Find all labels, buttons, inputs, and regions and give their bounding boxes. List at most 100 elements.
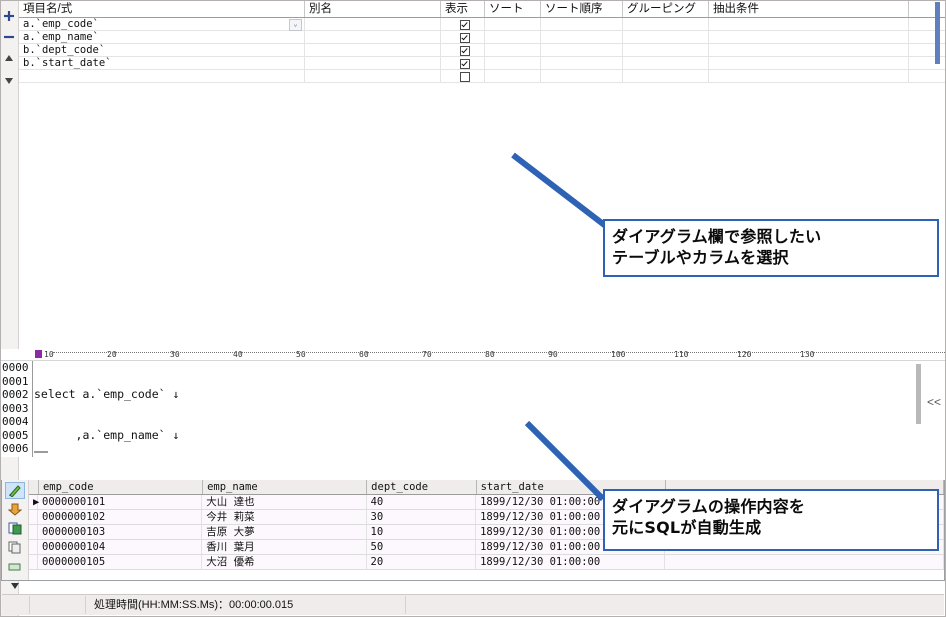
sql-line[interactable]: ,a.`emp_name` ↓ — [34, 429, 945, 443]
collapse-panel-button[interactable]: << — [927, 395, 941, 409]
show-checkbox[interactable] — [460, 20, 470, 30]
column-header-show[interactable]: 表示 — [441, 1, 485, 17]
callout-diagram: ダイアグラム欄で参照したい テーブルやカラムを選択 — [603, 219, 939, 277]
column-header-alias[interactable]: 別名 — [305, 1, 441, 17]
cell-expr[interactable]: a.`emp_name` — [19, 31, 305, 43]
cell-emp-code[interactable]: 0000000102 — [38, 510, 202, 524]
cell-sort-order[interactable] — [541, 18, 623, 30]
ruler-tick: 70 — [422, 349, 432, 360]
cell-condition[interactable] — [709, 31, 909, 43]
field-grid-scrollbar[interactable] — [935, 2, 940, 64]
ruler-caret-marker — [35, 350, 42, 358]
cell-sort[interactable] — [485, 70, 541, 82]
cell-expr[interactable] — [19, 70, 305, 82]
chevron-down-icon[interactable]: ⌄ — [289, 19, 302, 31]
cell-dept-code[interactable]: 20 — [367, 555, 477, 569]
cell-emp-code[interactable]: 0000000105 — [38, 555, 202, 569]
cell-show[interactable] — [441, 18, 485, 30]
cell-expr[interactable]: b.`dept_code` — [19, 44, 305, 56]
cell-grouping[interactable] — [623, 18, 709, 30]
column-header-expr[interactable]: 項目名/式 — [19, 1, 305, 17]
more-icon[interactable] — [5, 577, 25, 594]
cell-start-date[interactable]: 1899/12/30 01:00:00 — [476, 555, 665, 569]
row-marker — [29, 510, 38, 524]
code-fold-marker[interactable] — [34, 451, 48, 453]
show-checkbox[interactable] — [460, 33, 470, 43]
column-header-grouping[interactable]: グルーピング — [623, 1, 709, 17]
sql-editor-scrollbar[interactable] — [916, 364, 921, 424]
cell-emp-code[interactable]: 0000000103 — [38, 525, 202, 539]
edit-mode-icon[interactable] — [5, 482, 25, 499]
field-grid-row[interactable]: b.`start_date` — [19, 57, 945, 70]
cell-grouping[interactable] — [623, 57, 709, 69]
copy-rows-icon[interactable] — [5, 539, 25, 556]
cell-alias[interactable] — [305, 57, 441, 69]
show-checkbox[interactable] — [460, 46, 470, 56]
ruler-tick: 100 — [611, 349, 625, 360]
cell-emp-name[interactable]: 大山 達也 — [202, 495, 366, 509]
cell-sort-order[interactable] — [541, 70, 623, 82]
cell-condition[interactable] — [709, 44, 909, 56]
cell-sort[interactable] — [485, 57, 541, 69]
cell-emp-name[interactable]: 吉原 大夢 — [202, 525, 366, 539]
cell-sort[interactable] — [485, 18, 541, 30]
cell-condition[interactable] — [709, 70, 909, 82]
show-checkbox[interactable] — [460, 72, 470, 82]
cell-alias[interactable] — [305, 31, 441, 43]
result-column-emp-name[interactable]: emp_name — [203, 480, 367, 494]
cell-alias[interactable] — [305, 70, 441, 82]
cell-expr[interactable]: b.`start_date` — [19, 57, 305, 69]
cell-grouping[interactable] — [623, 31, 709, 43]
insert-row-icon[interactable] — [5, 558, 25, 575]
sql-line[interactable]: select a.`emp_code` ↓ — [34, 388, 945, 402]
cell-alias[interactable] — [305, 18, 441, 30]
row-marker: ▶ — [29, 495, 38, 509]
cell-sort-order[interactable] — [541, 57, 623, 69]
column-header-condition[interactable]: 抽出条件 — [709, 1, 909, 17]
cell-grouping[interactable] — [623, 70, 709, 82]
show-checkbox[interactable] — [460, 59, 470, 69]
result-column-dept-code[interactable]: dept_code — [367, 480, 476, 494]
cell-emp-name[interactable]: 今井 莉菜 — [202, 510, 366, 524]
move-down-icon[interactable] — [1, 72, 16, 89]
move-up-icon[interactable] — [1, 49, 16, 66]
cell-grouping[interactable] — [623, 44, 709, 56]
column-header-sort[interactable]: ソート — [485, 1, 541, 17]
field-grid-row[interactable]: b.`dept_code` — [19, 44, 945, 57]
cell-filler — [665, 555, 944, 569]
line-number: 0002 — [1, 388, 32, 402]
sql-editor-body[interactable]: 0000 0001 0002 0003 0004 0005 0006 selec… — [1, 361, 945, 457]
cell-emp-code[interactable]: 0000000104 — [38, 540, 202, 554]
cell-show[interactable] — [441, 57, 485, 69]
add-row-icon[interactable] — [1, 7, 16, 24]
result-column-emp-code[interactable]: emp_code — [39, 480, 203, 494]
field-grid-row[interactable]: a.`emp_name` — [19, 31, 945, 44]
cell-sort-order[interactable] — [541, 44, 623, 56]
remove-row-icon[interactable] — [1, 28, 16, 45]
commit-icon[interactable] — [5, 501, 25, 518]
cell-sort-order[interactable] — [541, 31, 623, 43]
cell-dept-code[interactable]: 30 — [367, 510, 477, 524]
cell-show[interactable] — [441, 70, 485, 82]
cell-sort[interactable] — [485, 44, 541, 56]
cell-sort[interactable] — [485, 31, 541, 43]
cell-show[interactable] — [441, 31, 485, 43]
field-grid-row[interactable]: a.`emp_code`⌄ — [19, 18, 945, 31]
status-cell-2 — [30, 596, 86, 614]
cell-condition[interactable] — [709, 57, 909, 69]
sql-code-text[interactable]: select a.`emp_code` ↓ ,a.`emp_name` ↓ ,b… — [34, 361, 945, 457]
cell-alias[interactable] — [305, 44, 441, 56]
table-row[interactable]: 0000000105 大沼 優希 20 1899/12/30 01:00:00 — [29, 555, 944, 570]
cell-expr[interactable]: a.`emp_code`⌄ — [19, 18, 305, 30]
column-header-sort-order[interactable]: ソート順序 — [541, 1, 623, 17]
cell-dept-code[interactable]: 50 — [367, 540, 477, 554]
cell-condition[interactable] — [709, 18, 909, 30]
export-excel-icon[interactable] — [5, 520, 25, 537]
cell-dept-code[interactable]: 40 — [367, 495, 477, 509]
cell-emp-name[interactable]: 香川 葉月 — [202, 540, 366, 554]
field-grid-row[interactable] — [19, 70, 945, 83]
cell-dept-code[interactable]: 10 — [367, 525, 477, 539]
cell-emp-name[interactable]: 大沼 優希 — [202, 555, 366, 569]
cell-show[interactable] — [441, 44, 485, 56]
cell-emp-code[interactable]: 0000000101 — [38, 495, 202, 509]
